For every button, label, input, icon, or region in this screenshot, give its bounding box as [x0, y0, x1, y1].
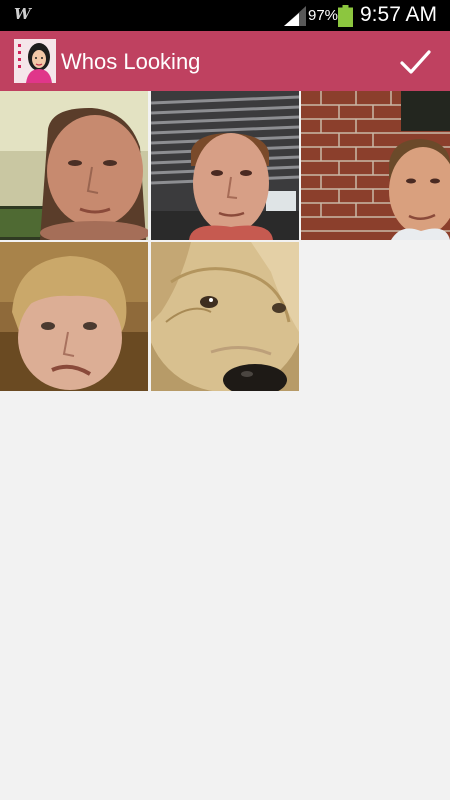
photo-thumbnail-5[interactable] [151, 242, 299, 391]
notification-icon: W [14, 5, 31, 23]
action-bar: Whos Looking [0, 31, 450, 91]
face-photo-4 [0, 242, 148, 391]
app-logo-icon[interactable] [14, 39, 56, 83]
face-photo-2 [151, 91, 299, 240]
face-photo-3 [301, 91, 450, 240]
checkmark-icon [400, 50, 431, 74]
battery-icon [338, 5, 353, 27]
photo-thumbnail-2[interactable] [151, 91, 299, 240]
photo-thumbnail-3[interactable] [301, 91, 450, 240]
face-photo-1 [0, 91, 148, 240]
done-button[interactable] [394, 42, 436, 82]
photo-thumbnail-1[interactable] [0, 91, 148, 240]
battery-percent: 97% [308, 7, 339, 24]
app-title: Whos Looking [61, 49, 201, 74]
signal-icon [284, 6, 306, 26]
photo-thumbnail-4[interactable] [0, 242, 148, 391]
status-bar: W 97% 9:57 AM [0, 0, 450, 31]
dog-photo [151, 242, 299, 391]
clock: 9:57 AM [360, 3, 438, 26]
